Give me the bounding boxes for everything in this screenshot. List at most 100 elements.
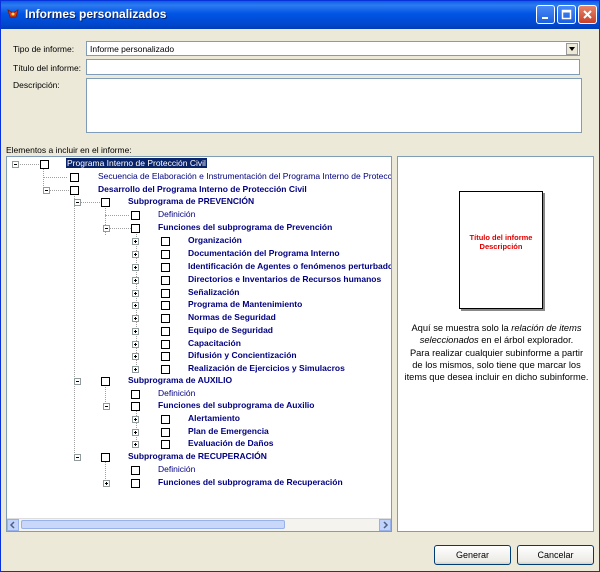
- expand-icon[interactable]: [132, 416, 139, 423]
- generar-button[interactable]: Generar: [434, 545, 511, 565]
- node-checkbox[interactable]: [161, 289, 170, 298]
- descripcion-label: Descripción:: [13, 80, 60, 90]
- node-checkbox[interactable]: [161, 314, 170, 323]
- expand-icon[interactable]: [132, 277, 139, 284]
- node-checkbox[interactable]: [161, 301, 170, 310]
- tree-node-label[interactable]: Funciones del subprograma de Recuperació…: [158, 477, 343, 487]
- tree-node-label[interactable]: Definición: [158, 464, 195, 474]
- tree-node-label[interactable]: Documentación del Programa Interno: [188, 248, 340, 258]
- node-checkbox[interactable]: [70, 186, 79, 195]
- tree-node-label[interactable]: Secuencia de Elaboración e Instrumentaci…: [98, 171, 391, 181]
- tree-node-label[interactable]: Alertamiento: [188, 413, 240, 423]
- expand-icon[interactable]: [103, 480, 110, 487]
- node-checkbox[interactable]: [161, 340, 170, 349]
- tree-node-label[interactable]: Programa de Mantenimiento: [188, 299, 302, 309]
- collapse-icon[interactable]: [74, 378, 81, 385]
- tree-node-label[interactable]: Definición: [158, 388, 195, 398]
- node-checkbox[interactable]: [131, 466, 140, 475]
- node-checkbox[interactable]: [161, 365, 170, 374]
- preview-panel: Título del informe Descripción Aquí se m…: [397, 156, 594, 532]
- preview-help-text: Aquí se muestra solo la relación de item…: [404, 322, 589, 383]
- tree-node-label[interactable]: Directorios e Inventarios de Recursos hu…: [188, 274, 381, 284]
- node-checkbox[interactable]: [161, 352, 170, 361]
- minimize-button[interactable]: [536, 5, 555, 24]
- node-checkbox[interactable]: [161, 263, 170, 272]
- collapse-icon[interactable]: [74, 454, 81, 461]
- tree-node-label[interactable]: Funciones del subprograma de Prevención: [158, 222, 332, 232]
- node-checkbox[interactable]: [161, 440, 170, 449]
- expand-icon[interactable]: [132, 328, 139, 335]
- node-checkbox[interactable]: [101, 377, 110, 386]
- tree-node-label[interactable]: Identificación de Agentes o fenómenos pe…: [188, 261, 391, 271]
- node-checkbox[interactable]: [161, 428, 170, 437]
- tree-node-label[interactable]: Plan de Emergencia: [188, 426, 269, 436]
- close-button[interactable]: [578, 5, 597, 24]
- tree-line: [105, 215, 129, 216]
- tree-node-label[interactable]: Capacitación: [188, 338, 241, 348]
- tree-node-label[interactable]: Subprograma de AUXILIO: [128, 375, 232, 385]
- titulo-input[interactable]: [86, 59, 580, 75]
- minimize-icon: [542, 17, 548, 19]
- tree-node-label[interactable]: Difusión y Concientización: [188, 350, 297, 360]
- node-checkbox[interactable]: [101, 453, 110, 462]
- tree-node-label[interactable]: Realización de Ejercicios y Simulacros: [188, 363, 345, 373]
- expand-icon[interactable]: [132, 429, 139, 436]
- scroll-right-icon[interactable]: [379, 519, 391, 531]
- node-checkbox[interactable]: [161, 327, 170, 336]
- page-desc-text: Descripción: [479, 242, 523, 251]
- tree-node-label[interactable]: Subprograma de RECUPERACIÓN: [128, 451, 267, 461]
- tree-view[interactable]: Programa Interno de Protección Civil Sec…: [6, 156, 392, 532]
- maximize-button[interactable]: [557, 5, 576, 24]
- descripcion-textarea[interactable]: [86, 78, 582, 133]
- expand-icon[interactable]: [132, 441, 139, 448]
- node-checkbox[interactable]: [70, 173, 79, 182]
- cancelar-button[interactable]: Cancelar: [517, 545, 594, 565]
- node-checkbox[interactable]: [101, 198, 110, 207]
- collapse-icon[interactable]: [12, 161, 19, 168]
- tipo-select[interactable]: Informe personalizado: [86, 41, 580, 56]
- expand-icon[interactable]: [132, 341, 139, 348]
- expand-icon[interactable]: [132, 238, 139, 245]
- report-window: Informes personalizados Tipo de informe:…: [0, 0, 600, 572]
- maximize-icon: [561, 9, 572, 20]
- tree-node-label[interactable]: Subprograma de PREVENCIÓN: [128, 196, 254, 206]
- title-bar[interactable]: Informes personalizados: [1, 1, 599, 29]
- node-checkbox[interactable]: [131, 390, 140, 399]
- tree-node-label[interactable]: Normas de Seguridad: [188, 312, 276, 322]
- collapse-icon[interactable]: [74, 199, 81, 206]
- tree-node-label[interactable]: Desarrollo del Programa Interno de Prote…: [98, 184, 307, 194]
- tree-node-label[interactable]: Programa Interno de Protección Civil: [66, 158, 207, 168]
- horizontal-scrollbar[interactable]: [7, 518, 391, 531]
- tree-line: [136, 408, 137, 442]
- tipo-value: Informe personalizado: [90, 44, 175, 54]
- node-checkbox[interactable]: [161, 250, 170, 259]
- expand-icon[interactable]: [132, 366, 139, 373]
- expand-icon[interactable]: [132, 264, 139, 271]
- collapse-icon[interactable]: [43, 187, 50, 194]
- expand-icon[interactable]: [132, 315, 139, 322]
- node-checkbox[interactable]: [131, 224, 140, 233]
- node-checkbox[interactable]: [40, 160, 49, 169]
- expand-icon[interactable]: [132, 251, 139, 258]
- tree-node-label[interactable]: Equipo de Seguridad: [188, 325, 273, 335]
- expand-icon[interactable]: [132, 302, 139, 309]
- help-text-c: Para realizar cualquier subinforme a par…: [404, 347, 589, 383]
- tree-node-label[interactable]: Evaluación de Daños: [188, 438, 274, 448]
- collapse-icon[interactable]: [103, 225, 110, 232]
- tree-node-label[interactable]: Funciones del subprograma de Auxilio: [158, 400, 315, 410]
- node-checkbox[interactable]: [161, 276, 170, 285]
- node-checkbox[interactable]: [131, 402, 140, 411]
- expand-icon[interactable]: [132, 290, 139, 297]
- collapse-icon[interactable]: [103, 403, 110, 410]
- tree-node-label[interactable]: Definición: [158, 209, 195, 219]
- tree-node-label[interactable]: Organización: [188, 235, 242, 245]
- node-checkbox[interactable]: [131, 479, 140, 488]
- node-checkbox[interactable]: [161, 237, 170, 246]
- chevron-down-icon[interactable]: [566, 43, 578, 55]
- tree-node-label[interactable]: Señalización: [188, 287, 240, 297]
- scrollbar-thumb[interactable]: [21, 520, 285, 529]
- scroll-left-icon[interactable]: [7, 519, 19, 531]
- node-checkbox[interactable]: [131, 211, 140, 220]
- expand-icon[interactable]: [132, 353, 139, 360]
- node-checkbox[interactable]: [161, 415, 170, 424]
